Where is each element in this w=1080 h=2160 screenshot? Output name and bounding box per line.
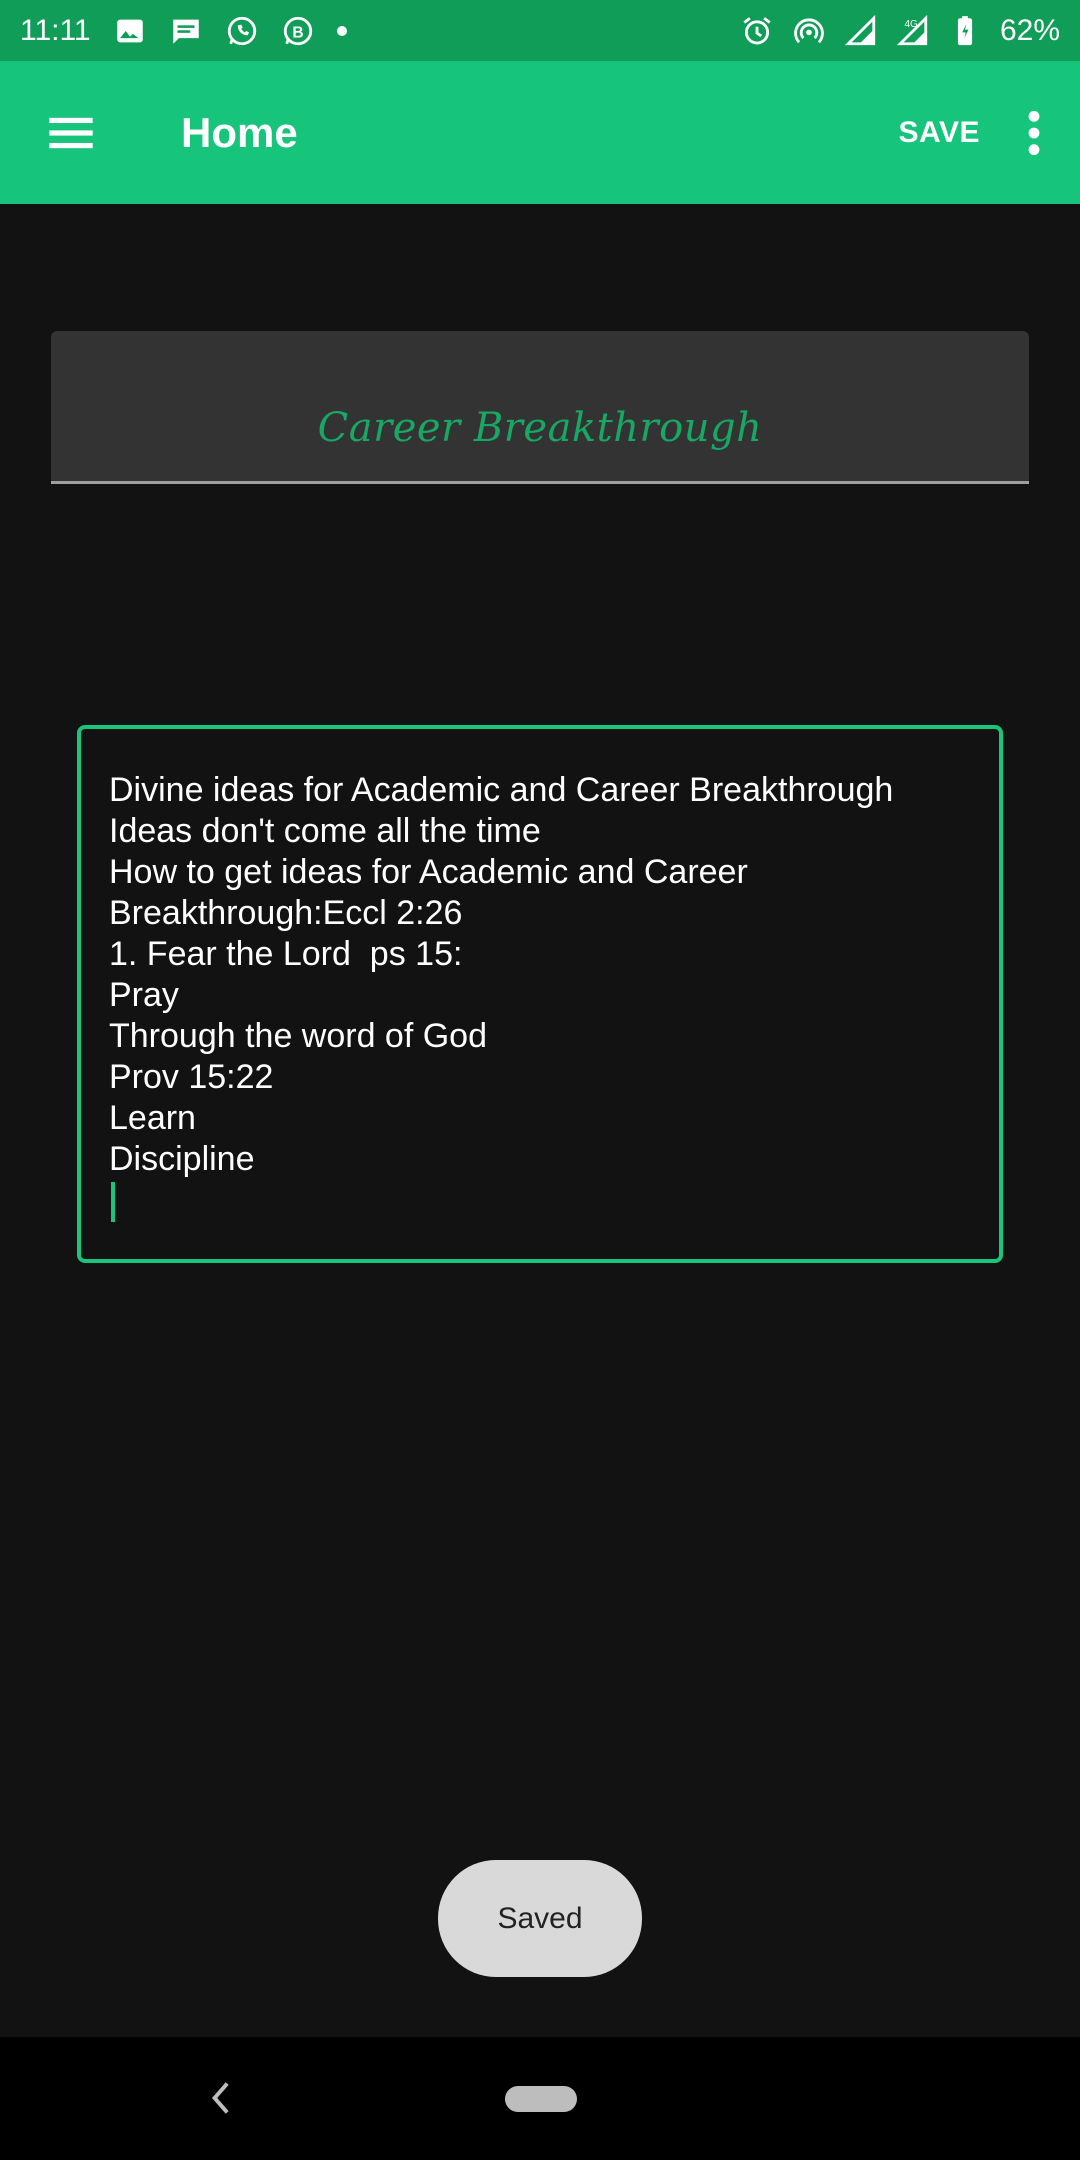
image-icon xyxy=(113,14,147,48)
status-right: 4G 62% xyxy=(740,14,1060,48)
back-button[interactable] xyxy=(200,2075,240,2121)
note-editor-screen: 11:11 B 4G 62% Home SAVE Career Breakthr… xyxy=(0,0,1080,2160)
system-nav-bar xyxy=(0,2037,1080,2160)
status-bar: 11:11 B 4G 62% xyxy=(0,0,1080,61)
battery-charging-icon xyxy=(948,14,982,48)
text-cursor xyxy=(111,1182,115,1222)
note-body-line: Prov 15:22 xyxy=(109,1058,274,1096)
note-body-line: Divine ideas for Academic and Career Bre… xyxy=(109,771,894,809)
note-body-line: Breakthrough:Eccl 2:26 xyxy=(109,894,463,932)
hamburger-menu-button[interactable] xyxy=(23,85,119,181)
hamburger-menu-icon xyxy=(49,117,93,148)
more-vert-icon xyxy=(1028,110,1040,155)
message-icon xyxy=(169,14,203,48)
page-title: Home xyxy=(181,108,298,156)
whatsapp-icon xyxy=(225,14,259,48)
svg-text:4G: 4G xyxy=(904,18,917,29)
hotspot-icon xyxy=(792,14,826,48)
note-title-field[interactable]: Career Breakthrough xyxy=(51,331,1029,484)
note-title-text: Career Breakthrough xyxy=(317,405,763,451)
note-body-line: 1. Fear the Lord ps 15: xyxy=(109,935,463,973)
note-body-line: Learn xyxy=(109,1099,196,1137)
app-bar: Home SAVE xyxy=(0,61,1080,204)
toast-text: Saved xyxy=(497,1901,583,1935)
signal-icon xyxy=(844,14,878,48)
note-body-line: Ideas don't come all the time xyxy=(109,812,541,850)
note-body-line: Through the word of God xyxy=(109,1017,488,1055)
save-button[interactable]: SAVE xyxy=(881,100,998,166)
note-body-line: Pray xyxy=(109,976,179,1014)
status-left: 11:11 B xyxy=(20,14,347,48)
alarm-icon xyxy=(740,14,774,48)
more-options-button[interactable] xyxy=(998,85,1070,181)
whatsapp-business-icon: B xyxy=(281,14,315,48)
notification-dot-icon xyxy=(336,25,347,36)
home-pill-button[interactable] xyxy=(505,2086,577,2112)
back-chevron-icon xyxy=(211,2082,229,2114)
note-body-line: Discipline xyxy=(109,1140,255,1178)
signal-4g-icon: 4G xyxy=(896,14,930,48)
note-body-input[interactable]: Divine ideas for Academic and Career Bre… xyxy=(77,725,1003,1263)
battery-percent: 62% xyxy=(999,13,1060,47)
note-body-line: How to get ideas for Academic and Career xyxy=(109,853,748,891)
status-time: 11:11 xyxy=(20,13,91,47)
svg-text:B: B xyxy=(292,24,303,41)
saved-toast: Saved xyxy=(438,1860,642,1977)
